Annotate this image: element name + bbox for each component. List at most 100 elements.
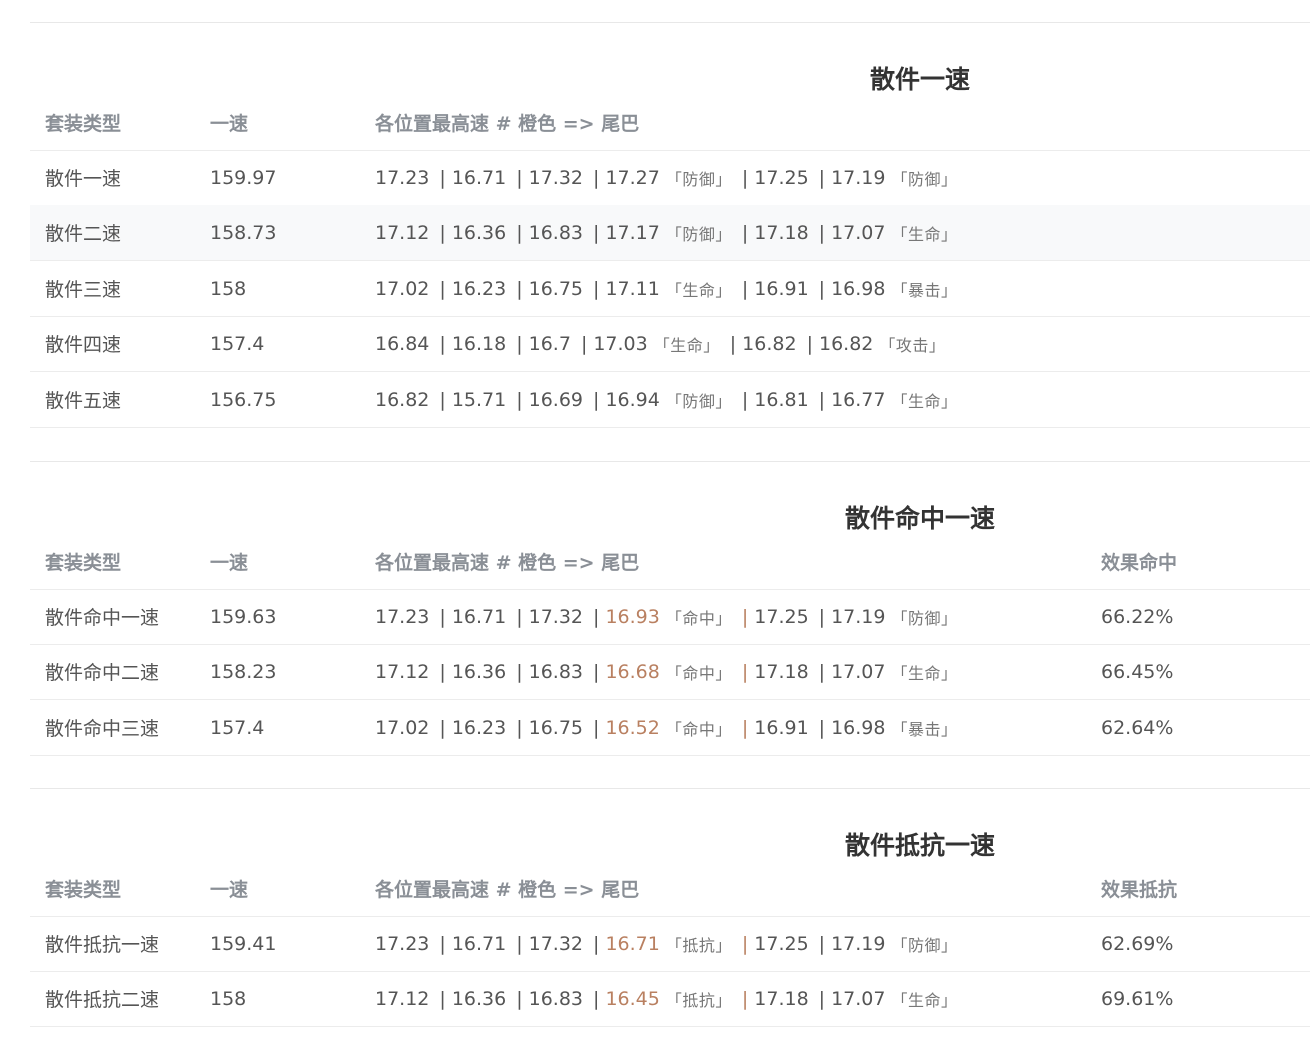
stat-tag: 「攻击」 bbox=[879, 335, 946, 355]
table-row[interactable]: 散件二速 158.73 17.12 | 16.36 | 16.83 | 17.17 「防… bbox=[30, 205, 1310, 261]
table-row[interactable]: 散件一速 159.97 17.23 | 16.71 | 17.32 | 17.27 「防… bbox=[30, 150, 1310, 206]
table-row[interactable]: 散件抵抗二速 158 17.12 | 16.36 | 16.83 | 16.45 「抵抗… bbox=[30, 971, 1310, 1027]
separator: | bbox=[818, 388, 826, 411]
separator: | bbox=[516, 332, 523, 355]
stat-tag: 「生命」 bbox=[891, 224, 958, 244]
separator-highlight: | bbox=[741, 660, 749, 683]
stat-tag: 「暴击」 bbox=[891, 280, 958, 300]
set-name: 散件一速 bbox=[45, 168, 122, 190]
speed-pos-5: 16.82 bbox=[742, 332, 797, 355]
speed-pos-2: 16.71 bbox=[451, 605, 507, 628]
column-header-effect-resist[interactable]: 效果抵抗 bbox=[1101, 860, 1177, 916]
set-name: 散件命中二速 bbox=[45, 662, 160, 684]
speed-pos-1: 17.12 bbox=[375, 987, 430, 1010]
position-speeds: 17.23 | 16.71 | 17.32 | 16.93 「命中」 | 17.25 | 1… bbox=[375, 589, 958, 644]
position-speeds: 16.82 | 15.71 | 16.69 | 16.94 「防御」 | 16.81 | 1… bbox=[375, 372, 958, 427]
separator: | bbox=[593, 716, 600, 739]
stat-tag: 「抵抗」 bbox=[665, 935, 732, 955]
table-row[interactable]: 散件命中二速 158.23 17.12 | 16.36 | 16.83 | 16.68… bbox=[30, 644, 1310, 700]
speed-pos-1: 17.23 bbox=[375, 605, 430, 628]
speed-pos-3: 17.32 bbox=[528, 932, 584, 955]
speed-pos-2: 16.23 bbox=[451, 277, 507, 300]
table-row[interactable]: 散件命中一速 159.63 17.23 | 16.71 | 17.32 | 16.93… bbox=[30, 589, 1310, 645]
speed-pos-1: 17.12 bbox=[375, 221, 430, 244]
separator: | bbox=[516, 605, 523, 628]
speed-pos-4: 17.27 bbox=[605, 166, 660, 189]
speed-pos-6: 16.77 bbox=[831, 388, 886, 411]
separator: | bbox=[741, 221, 749, 244]
separator-highlight: | bbox=[741, 605, 749, 628]
stat-tag: 「生命」 bbox=[891, 990, 958, 1010]
column-header-effect-hit[interactable]: 效果命中 bbox=[1101, 533, 1177, 589]
table-row[interactable]: 散件三速 158 17.02 | 16.23 | 16.75 | 17.11 「生命」 |… bbox=[30, 261, 1310, 317]
position-speeds: 17.12 | 16.36 | 16.83 | 16.45 「抵抗」 | 17.18 | 1… bbox=[375, 971, 958, 1026]
set-name: 散件命中三速 bbox=[45, 718, 160, 740]
column-header-speed[interactable]: 一速 bbox=[210, 94, 248, 150]
table-section-3: 散件抵抗一速 套装类型 一速 各位置最高速 # 橙色 => 尾巴 效果抵抗 散件… bbox=[30, 788, 1310, 1027]
speed-pos-4: 17.11 bbox=[605, 277, 660, 300]
separator: | bbox=[593, 605, 600, 628]
column-header-set-type[interactable]: 套装类型 bbox=[45, 533, 121, 589]
speed-pos-5: 17.25 bbox=[754, 932, 809, 955]
separator: | bbox=[439, 388, 446, 411]
separator-highlight: | bbox=[741, 987, 749, 1010]
speed-pos-2: 16.18 bbox=[451, 332, 507, 355]
separator: | bbox=[741, 277, 749, 300]
speed-pos-5: 17.25 bbox=[754, 605, 809, 628]
separator: | bbox=[439, 166, 446, 189]
column-header-set-type[interactable]: 套装类型 bbox=[45, 94, 121, 150]
table-row[interactable]: 散件命中三速 157.4 17.02 | 16.23 | 16.75 | 16.52 「… bbox=[30, 700, 1310, 756]
table-row[interactable]: 散件五速 156.75 16.82 | 15.71 | 16.69 | 16.94 「防… bbox=[30, 372, 1310, 428]
stat-tag: 「命中」 bbox=[665, 663, 732, 683]
stat-tag: 「防御」 bbox=[665, 169, 732, 189]
speed-pos-2: 16.71 bbox=[451, 166, 507, 189]
column-header-set-type[interactable]: 套装类型 bbox=[45, 860, 121, 916]
stat-tag: 「暴击」 bbox=[891, 719, 958, 739]
speed-pos-3: 16.69 bbox=[528, 388, 584, 411]
speed-pos-3: 16.83 bbox=[528, 221, 584, 244]
speed-pos-1: 17.02 bbox=[375, 716, 430, 739]
column-header-positions[interactable]: 各位置最高速 # 橙色 => 尾巴 bbox=[375, 94, 639, 150]
stat-tag: 「防御」 bbox=[665, 391, 732, 411]
speed-pos-6: 16.82 bbox=[818, 332, 874, 355]
position-speeds: 17.12 | 16.36 | 16.83 | 16.68 「命中」 | 17.18 | 1… bbox=[375, 644, 958, 699]
speed-pos-5: 17.18 bbox=[754, 221, 809, 244]
column-header-speed[interactable]: 一速 bbox=[210, 860, 248, 916]
speed-value: 158.73 bbox=[210, 221, 277, 244]
separator: | bbox=[818, 716, 826, 739]
speed-pos-1: 17.23 bbox=[375, 166, 430, 189]
speed-pos-5: 16.91 bbox=[754, 277, 809, 300]
speed-pos-3: 16.83 bbox=[528, 660, 584, 683]
table-section-2: 散件命中一速 套装类型 一速 各位置最高速 # 橙色 => 尾巴 效果命中 散件… bbox=[30, 461, 1310, 756]
speed-pos-1: 16.84 bbox=[375, 332, 430, 355]
column-header-speed[interactable]: 一速 bbox=[210, 533, 248, 589]
separator: | bbox=[516, 716, 523, 739]
table-section-1: 散件一速 套装类型 一速 各位置最高速 # 橙色 => 尾巴 散件一速 159.… bbox=[30, 22, 1310, 428]
speed-value: 159.41 bbox=[210, 932, 277, 955]
speed-value: 159.63 bbox=[210, 605, 277, 628]
separator: | bbox=[439, 987, 446, 1010]
speed-pos-4-highlight: 16.68 bbox=[605, 660, 660, 683]
separator: | bbox=[818, 660, 826, 683]
set-name: 散件抵抗一速 bbox=[45, 934, 160, 956]
table-row[interactable]: 散件四速 157.4 16.84 | 16.18 | 16.7 | 17.03 「生命」… bbox=[30, 316, 1310, 372]
table-row[interactable]: 散件抵抗一速 159.41 17.23 | 16.71 | 17.32 | 16.71… bbox=[30, 916, 1310, 972]
speed-pos-6: 16.98 bbox=[831, 716, 886, 739]
separator: | bbox=[818, 277, 826, 300]
speed-pos-5: 17.18 bbox=[754, 660, 809, 683]
speed-pos-3: 16.7 bbox=[528, 332, 571, 355]
position-speeds: 17.23 | 16.71 | 17.32 | 16.71 「抵抗」 | 17.25 | 1… bbox=[375, 916, 958, 971]
speed-pos-4-highlight: 16.71 bbox=[605, 932, 660, 955]
speed-value: 159.97 bbox=[210, 166, 277, 189]
separator: | bbox=[439, 660, 446, 683]
speed-value: 158.23 bbox=[210, 660, 277, 683]
effect-value: 66.22% bbox=[1101, 605, 1174, 628]
column-header-positions[interactable]: 各位置最高速 # 橙色 => 尾巴 bbox=[375, 533, 639, 589]
speed-pos-4: 17.17 bbox=[605, 221, 660, 244]
separator: | bbox=[729, 332, 737, 355]
column-header-positions[interactable]: 各位置最高速 # 橙色 => 尾巴 bbox=[375, 860, 639, 916]
separator: | bbox=[516, 987, 523, 1010]
speed-pos-4-highlight: 16.93 bbox=[605, 605, 660, 628]
separator: | bbox=[741, 166, 749, 189]
separator: | bbox=[439, 332, 446, 355]
